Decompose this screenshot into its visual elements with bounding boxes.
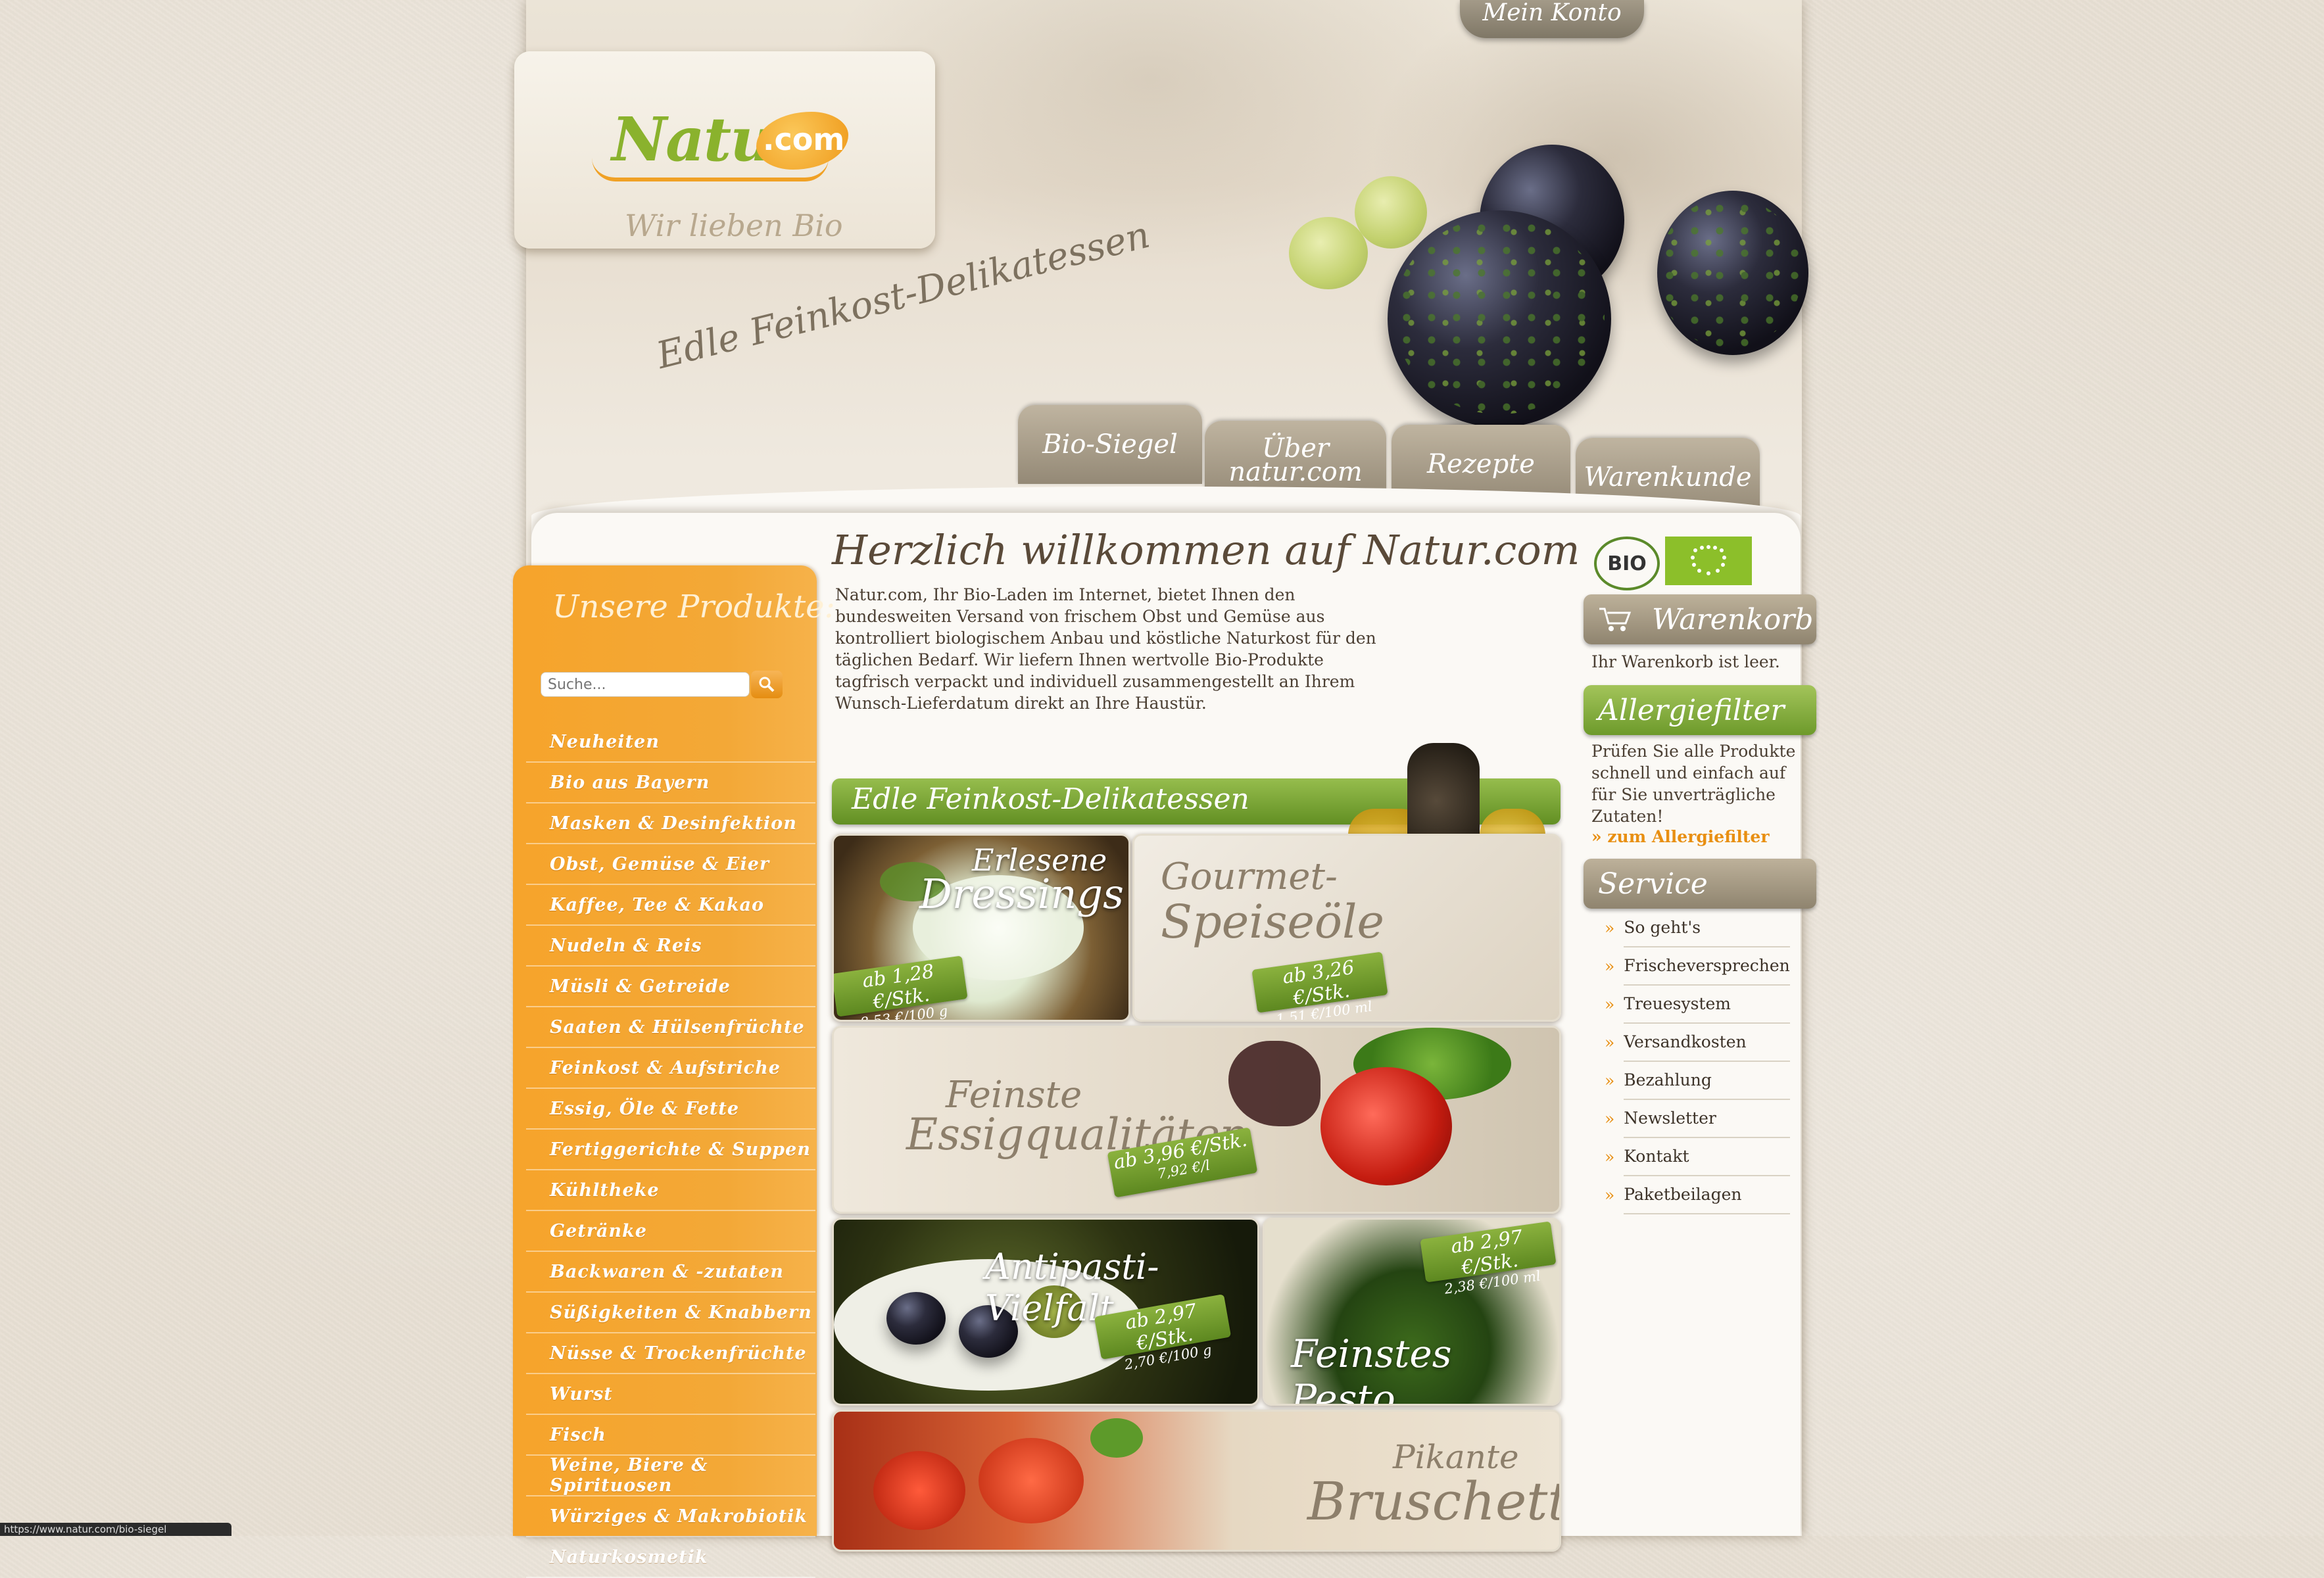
sidebar-item-neuheiten[interactable]: Neuheiten xyxy=(526,722,815,763)
service-item[interactable]: » Versandkosten xyxy=(1605,1022,1790,1062)
sidebar-item-nudeln-reis[interactable]: Nudeln & Reis xyxy=(526,926,815,967)
grape-image xyxy=(1355,176,1427,249)
allergy-description: Prüfen Sie alle Produkte schnell und ein… xyxy=(1591,742,1796,826)
service-item[interactable]: » Bezahlung xyxy=(1605,1061,1790,1100)
service-item-label: Versandkosten xyxy=(1624,1022,1790,1062)
chevron-icon: » xyxy=(1605,1070,1615,1090)
sidebar-item-weine[interactable]: Weine, Biere & Spirituosen xyxy=(526,1455,815,1496)
tile-title: Bruschetta xyxy=(1307,1471,1559,1532)
tile-title: Speiseöle xyxy=(1161,895,1384,949)
sidebar-item-fertiggerichte[interactable]: Fertiggerichte & Suppen xyxy=(526,1130,815,1170)
tab-bio-siegel[interactable]: Bio-Siegel xyxy=(1018,405,1202,484)
service-header: Service xyxy=(1584,859,1816,909)
service-item[interactable]: » Kontakt xyxy=(1605,1137,1790,1176)
eu-leaf-icon xyxy=(1691,545,1726,575)
price-tag: ab 2,97 €/Stk. 2,38 €/100 ml xyxy=(1420,1221,1557,1297)
herbs-image xyxy=(1657,197,1802,348)
service-list: » So geht's » Frischeversprechen » Treuesys… xyxy=(1605,909,1790,1214)
service-item-label: So geht's xyxy=(1624,908,1790,947)
allergy-header[interactable]: Allergiefilter xyxy=(1584,685,1816,735)
tab-label: Bio-Siegel xyxy=(1042,429,1178,460)
tab-label: Rezepte xyxy=(1427,449,1535,479)
cart-header[interactable]: Warenkorb xyxy=(1584,594,1816,644)
search-input[interactable] xyxy=(541,672,750,697)
service-item-label: Bezahlung xyxy=(1624,1061,1790,1100)
allergy-title: Allergiefilter xyxy=(1598,693,1785,727)
price-tag: ab 1,28 €/Stk. 8,53 €/100 g xyxy=(834,955,968,1020)
service-item-label: Kontakt xyxy=(1624,1137,1790,1176)
shopping-cart-icon xyxy=(1599,608,1632,631)
allergy-link[interactable]: » zum Allergiefilter xyxy=(1591,826,1770,848)
sidebar-item-nuesse[interactable]: Nüsse & Trockenfrüchte xyxy=(526,1333,815,1374)
service-item[interactable]: » So geht's xyxy=(1605,909,1790,947)
sidebar-item-getraenke[interactable]: Getränke xyxy=(526,1211,815,1252)
sidebar-item-bio-aus-bayern[interactable]: Bio aus Bayern xyxy=(526,763,815,803)
search-button[interactable] xyxy=(751,671,783,698)
chevron-icon: » xyxy=(1605,918,1615,938)
tile-title: Gourmet- xyxy=(1161,855,1338,898)
section-title: Edle Feinkost-Delikatessen xyxy=(852,782,1249,816)
sidebar-item-wurst[interactable]: Wurst xyxy=(526,1374,815,1415)
eu-organic-logo xyxy=(1665,537,1752,585)
service-item-label: Paketbeilagen xyxy=(1624,1175,1790,1214)
sidebar-title: Unsere Produkte: xyxy=(552,588,835,625)
tab-label: Über natur.com xyxy=(1228,433,1363,487)
page-title: Herzlich willkommen auf Natur.com xyxy=(832,526,1580,574)
chevron-icon: » xyxy=(1605,1147,1615,1166)
price-tag: ab 3,26 €/Stk. 1,51 €/100 ml xyxy=(1251,951,1388,1020)
sidebar-item-suessigkeiten[interactable]: Süßigkeiten & Knabbern xyxy=(526,1293,815,1333)
tagline: Wir lieben Bio xyxy=(625,208,843,243)
chevron-icon: » xyxy=(1605,1109,1615,1128)
sidebar-item-feinkost[interactable]: Feinkost & Aufstriche xyxy=(526,1048,815,1089)
sidebar-item-naturkosmetik[interactable]: Naturkosmetik xyxy=(526,1537,815,1578)
chevron-icon: » xyxy=(1605,994,1615,1014)
sidebar-item-essig-oele[interactable]: Essig, Öle & Fette xyxy=(526,1089,815,1130)
service-item-label: Treuesystem xyxy=(1624,984,1790,1024)
tile-title: Feinstes Pesto xyxy=(1291,1331,1452,1406)
sidebar-item-masken[interactable]: Masken & Desinfektion xyxy=(526,803,815,844)
logo-com: .com xyxy=(763,122,845,157)
sidebar-item-wuerziges[interactable]: Würziges & Makrobiotik xyxy=(526,1496,815,1537)
service-item[interactable]: » Newsletter xyxy=(1605,1099,1790,1138)
bio-seal-logo: BIO xyxy=(1594,537,1660,590)
chevron-icon: » xyxy=(1605,1032,1615,1052)
service-item-label: Frischeversprechen xyxy=(1624,946,1790,986)
chevron-icon: » xyxy=(1605,1185,1615,1205)
service-item-label: Newsletter xyxy=(1624,1099,1790,1138)
service-item[interactable]: » Frischeversprechen xyxy=(1605,946,1790,986)
grape-image xyxy=(1289,217,1368,289)
tile-essig[interactable]: Feinste Essigqualitäten ab 3,96 €/Stk. 7… xyxy=(832,1026,1561,1214)
category-menu: Neuheiten Bio aus Bayern Masken & Desinf… xyxy=(526,722,815,1578)
tile-dressings[interactable]: Erlesene Dressings ab 1,28 €/Stk. 8,53 €… xyxy=(832,834,1130,1022)
sidebar-item-obst-gemuese[interactable]: Obst, Gemüse & Eier xyxy=(526,844,815,885)
sidebar-item-fisch[interactable]: Fisch xyxy=(526,1415,815,1456)
chevron-icon: » xyxy=(1605,956,1615,976)
status-url: https://www.natur.com/bio-siegel xyxy=(0,1523,231,1536)
sidebar-item-backwaren[interactable]: Backwaren & -zutaten xyxy=(526,1252,815,1293)
search-icon xyxy=(759,677,775,692)
service-item[interactable]: » Treuesystem xyxy=(1605,984,1790,1024)
service-title: Service xyxy=(1598,867,1708,901)
sidebar-item-muesli[interactable]: Müsli & Getreide xyxy=(526,967,815,1007)
cart-status: Ihr Warenkorb ist leer. xyxy=(1591,652,1780,671)
sidebar-item-saaten[interactable]: Saaten & Hülsenfrüchte xyxy=(526,1007,815,1048)
sidebar-item-kuehltheke[interactable]: Kühltheke xyxy=(526,1170,815,1211)
welcome-paragraph: Natur.com, Ihr Bio-Laden im Internet, bi… xyxy=(835,585,1376,713)
tile-antipasti[interactable]: Antipasti-Vielfalt ab 2,97 €/Stk. 2,70 €… xyxy=(832,1218,1259,1406)
herbs-image xyxy=(1394,217,1605,414)
tile-speiseoele[interactable]: Gourmet- Speiseöle ab 3,26 €/Stk. 1,51 €… xyxy=(1132,834,1561,1022)
tile-title: Dressings xyxy=(919,870,1124,918)
cart-title: Warenkorb xyxy=(1652,602,1814,636)
account-tab[interactable]: Mein Konto xyxy=(1460,0,1644,38)
sidebar-item-kaffee-tee[interactable]: Kaffee, Tee & Kakao xyxy=(526,885,815,926)
tile-pesto[interactable]: Feinstes Pesto ab 2,97 €/Stk. 2,38 €/100… xyxy=(1263,1218,1561,1406)
service-item[interactable]: » Paketbeilagen xyxy=(1605,1176,1790,1214)
tile-bruschetta[interactable]: Pikante Bruschetta xyxy=(832,1410,1561,1552)
tab-label: Warenkunde xyxy=(1584,462,1752,492)
